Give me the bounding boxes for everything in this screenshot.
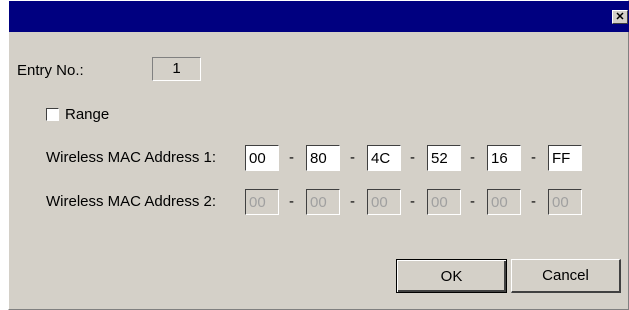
mac1-octet-4[interactable] <box>427 145 461 171</box>
mac2-label: Wireless MAC Address 2: <box>46 193 217 210</box>
mac2-octet-5 <box>487 189 521 215</box>
ok-button[interactable]: OK <box>396 259 507 293</box>
mac2-separator: - <box>289 193 294 210</box>
cancel-button[interactable]: Cancel <box>511 259 621 293</box>
mac1-octet-6[interactable] <box>548 145 582 171</box>
mac1-octet-5[interactable] <box>487 145 521 171</box>
mac2-octet-2 <box>306 189 340 215</box>
mac1-separator: - <box>531 149 536 166</box>
mac1-label: Wireless MAC Address 1: <box>46 149 217 166</box>
mac1-separator: - <box>470 149 475 166</box>
mac2-octet-3 <box>367 189 401 215</box>
mac1-separator: - <box>289 149 294 166</box>
dialog-window: ✕ Entry No.: 1 Range Wireless MAC Addres… <box>8 0 629 310</box>
title-bar[interactable]: ✕ <box>9 1 629 32</box>
mac1-separator: - <box>350 149 355 166</box>
mac2-octet-6 <box>548 189 582 215</box>
mac2-separator: - <box>531 193 536 210</box>
entry-no-label: Entry No.: <box>17 62 84 79</box>
mac2-separator: - <box>350 193 355 210</box>
range-checkbox[interactable] <box>46 108 59 121</box>
mac2-octet-1 <box>245 189 279 215</box>
mac2-separator: - <box>470 193 475 210</box>
mac1-octet-2[interactable] <box>306 145 340 171</box>
mac1-octet-3[interactable] <box>367 145 401 171</box>
close-icon: ✕ <box>615 10 625 23</box>
close-button[interactable]: ✕ <box>612 10 628 24</box>
range-label[interactable]: Range <box>65 106 109 123</box>
mac1-octet-1[interactable] <box>245 145 279 171</box>
mac2-separator: - <box>410 193 415 210</box>
mac1-separator: - <box>410 149 415 166</box>
entry-no-value: 1 <box>152 57 201 81</box>
mac2-octet-4 <box>427 189 461 215</box>
